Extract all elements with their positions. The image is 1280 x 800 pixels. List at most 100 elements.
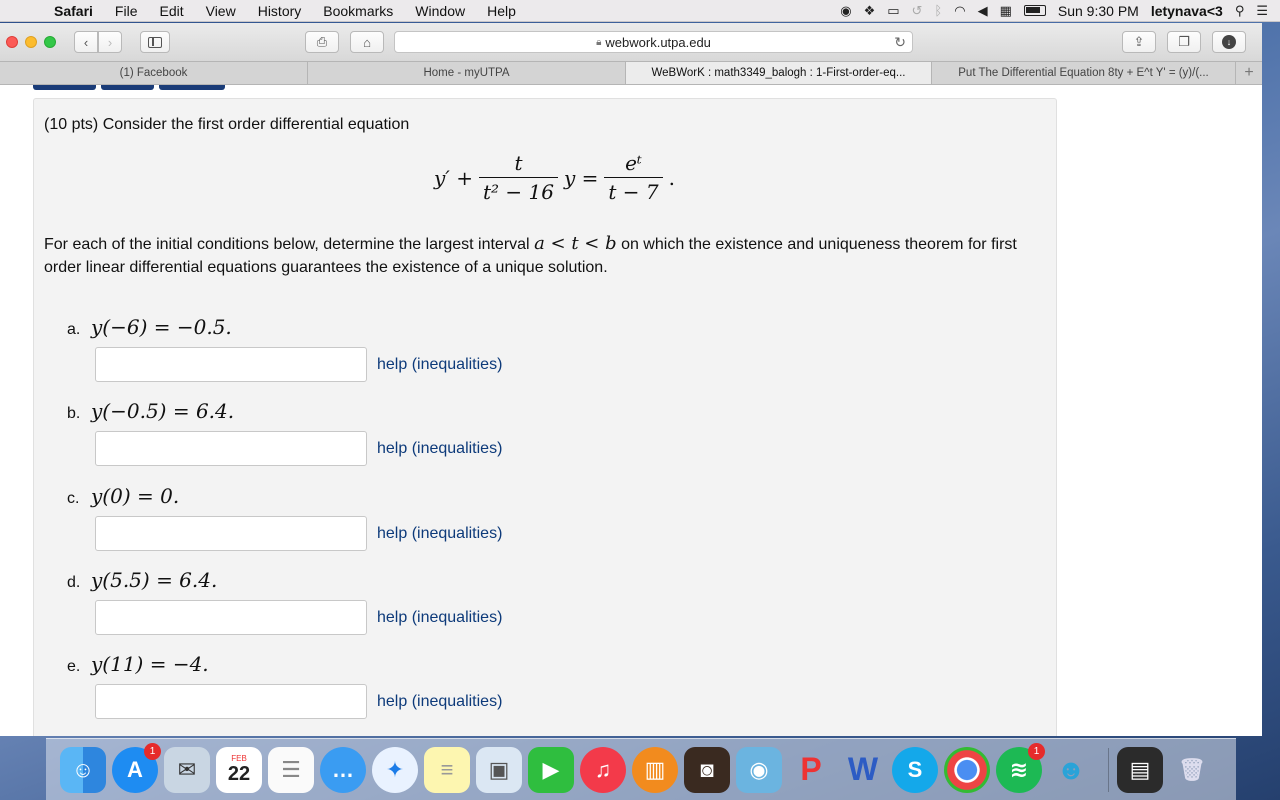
messenger-contacts-icon[interactable]: ☻ (1048, 747, 1094, 793)
web-page: (10 pts) Consider the first order differ… (0, 85, 1262, 736)
webwork-nav-button[interactable] (101, 85, 154, 90)
notification-center-icon[interactable]: ☰ (1256, 3, 1268, 19)
finder-icon[interactable]: ☺ (60, 746, 106, 793)
help-inequalities-link[interactable]: help (inequalities) (377, 609, 502, 627)
tabs-icon: ❐ (1178, 34, 1190, 49)
browser-toolbar: ‹ › ⎙ ⌂ 🔒︎ webwork.utpa.edu ↻ ⇪ ❐ ↓ (0, 23, 1262, 61)
answer-input-b[interactable] (95, 431, 367, 466)
answer-input-d[interactable] (95, 600, 367, 635)
menu-edit[interactable]: Edit (159, 3, 183, 19)
input-source-icon[interactable]: ▦ (1000, 3, 1012, 19)
time-machine-icon[interactable]: ↺ (912, 3, 923, 19)
itunes-icon[interactable]: ♫ (580, 746, 626, 793)
initial-condition: y(0) = 0. (91, 484, 180, 508)
menu-file[interactable]: File (115, 3, 138, 19)
menu-app-name[interactable]: Safari (54, 3, 93, 19)
part-letter: b. (67, 405, 81, 422)
lock-icon: 🔒︎ (596, 36, 602, 48)
downloads-stack-icon[interactable]: ▤ (1117, 746, 1163, 793)
reminders-icon[interactable]: ☰ (268, 746, 314, 793)
menu-bar: Safari File Edit View History Bookmarks … (0, 0, 1280, 22)
chrome-icon[interactable] (944, 746, 990, 793)
webwork-nav-buttons (33, 85, 225, 90)
back-button[interactable]: ‹ (74, 31, 98, 53)
dropbox-icon[interactable]: ❖ (864, 3, 876, 19)
part-letter: a. (67, 321, 81, 338)
show-tabs-button[interactable]: ❐ (1167, 31, 1201, 53)
share-button[interactable]: ⇪ (1122, 31, 1156, 53)
menu-help[interactable]: Help (487, 3, 516, 19)
address-bar[interactable]: 🔒︎ webwork.utpa.edu ↻ (394, 31, 913, 53)
forward-button[interactable]: › (98, 31, 122, 53)
skype-icon[interactable]: S (892, 746, 938, 793)
menu-window[interactable]: Window (415, 3, 465, 19)
help-inequalities-link[interactable]: help (inequalities) (377, 525, 502, 543)
menu-view[interactable]: View (206, 3, 236, 19)
downloads-button[interactable]: ↓ (1212, 31, 1246, 53)
calendar-icon[interactable]: FEB 22 (216, 746, 262, 793)
part-b: b. y(−0.5) = 6.4. help (inequalities) (67, 399, 502, 466)
calendar-month: FEB (231, 753, 247, 763)
printer-icon: ⎙ (316, 34, 328, 49)
coefficient-fraction: t t² − 16 (478, 151, 558, 204)
new-tab-button[interactable]: + (1236, 62, 1262, 84)
spotify-icon[interactable]: ≋ 1 (996, 742, 1045, 793)
tab-label: Put The Differential Equation 8ty + E^t … (958, 67, 1209, 79)
initial-condition: y(5.5) = 6.4. (91, 568, 218, 592)
webwork-nav-button[interactable] (33, 85, 96, 90)
tab-facebook[interactable]: (1) Facebook (0, 62, 308, 84)
messages-icon[interactable]: … (320, 746, 366, 793)
tab-myutpa[interactable]: Home - myUTPA (308, 62, 626, 84)
home-button[interactable]: ⌂ (350, 31, 384, 53)
volume-icon[interactable]: ◀ (978, 3, 988, 19)
spotlight-icon[interactable]: ⚲ (1235, 3, 1245, 19)
reload-icon[interactable]: ↻ (894, 34, 906, 51)
calendar-day: 22 (227, 762, 251, 785)
menu-clock[interactable]: Sun 9:30 PM (1058, 3, 1139, 19)
menu-history[interactable]: History (258, 3, 302, 19)
powerpoint-icon[interactable]: P (788, 747, 834, 793)
part-a: a. y(−6) = −0.5. help (inequalities) (67, 315, 502, 382)
fullscreen-window-button[interactable] (44, 36, 56, 48)
app-store-icon[interactable]: A1 (112, 742, 161, 793)
problem-panel: (10 pts) Consider the first order differ… (33, 98, 1057, 736)
photo-booth-icon[interactable]: ◙ (684, 746, 730, 793)
ibooks-icon[interactable]: ▥ (632, 746, 678, 793)
trash-icon[interactable]: 🗑︎ (1169, 747, 1215, 793)
help-inequalities-link[interactable]: help (inequalities) (377, 440, 502, 458)
print-button[interactable]: ⎙ (305, 31, 339, 53)
status-app-icon[interactable]: ◉ (840, 3, 851, 19)
answer-input-e[interactable] (95, 684, 367, 719)
word-icon[interactable]: W (840, 747, 886, 793)
initial-condition: y(−0.5) = 6.4. (91, 399, 235, 423)
help-inequalities-link[interactable]: help (inequalities) (377, 356, 502, 374)
webwork-nav-button[interactable] (159, 85, 225, 90)
menu-user[interactable]: letynava<3 (1151, 3, 1223, 19)
tab-label: (1) Facebook (119, 67, 188, 79)
sidebar-toggle-button[interactable] (140, 31, 170, 53)
airplay-icon[interactable]: ▭ (887, 3, 899, 19)
help-inequalities-link[interactable]: help (inequalities) (377, 693, 502, 711)
bluetooth-icon[interactable]: ᛒ (934, 3, 942, 18)
preview-icon[interactable]: ▣ (476, 746, 522, 793)
battery-icon[interactable] (1023, 5, 1046, 16)
answer-input-c[interactable] (95, 516, 367, 551)
equation-middle: y = (563, 165, 599, 190)
minimize-window-button[interactable] (25, 36, 37, 48)
wifi-icon[interactable]: ◠ (954, 3, 965, 19)
rhs-numerator: eᵗ (625, 151, 642, 175)
answer-input-a[interactable] (95, 347, 367, 382)
tab-chegg-question[interactable]: Put The Differential Equation 8ty + E^t … (932, 62, 1236, 84)
safari-icon[interactable]: ✦ (372, 746, 418, 793)
iphoto-icon[interactable]: ◉ (736, 746, 782, 793)
facetime-icon[interactable]: ▶ (528, 746, 574, 793)
chevron-left-icon: ‹ (83, 34, 89, 50)
part-c: c. y(0) = 0. help (inequalities) (67, 484, 502, 551)
notes-icon[interactable]: ≡ (424, 746, 470, 793)
tab-webwork[interactable]: WeBWorK : math3349_balogh : 1-First-orde… (626, 62, 932, 84)
tab-label: Home - myUTPA (423, 67, 510, 79)
mail-stamp-icon[interactable]: ✉ (164, 746, 210, 793)
menu-bookmarks[interactable]: Bookmarks (323, 3, 393, 19)
part-letter: c. (67, 490, 80, 507)
close-window-button[interactable] (6, 36, 18, 48)
